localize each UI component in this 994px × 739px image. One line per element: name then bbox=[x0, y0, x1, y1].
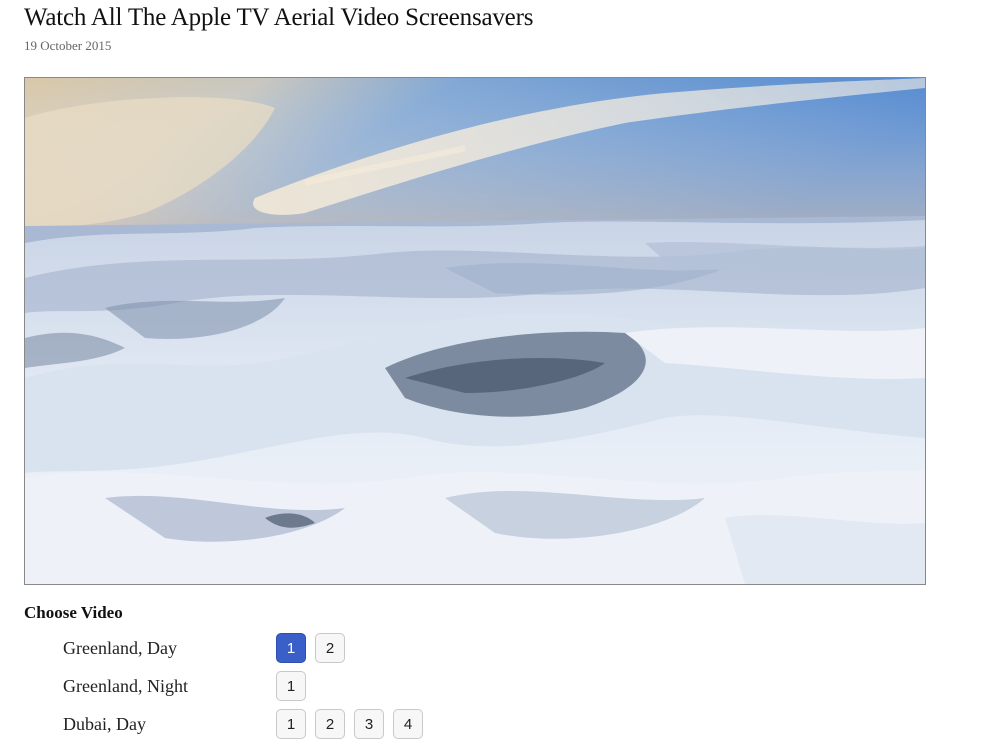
video-button-4[interactable]: 4 bbox=[393, 709, 423, 739]
video-row-greenland-night: Greenland, Night 1 bbox=[63, 671, 463, 701]
video-button-1[interactable]: 1 bbox=[276, 633, 306, 663]
video-row-label: Dubai, Day bbox=[63, 714, 146, 734]
video-button-group: 1 2 bbox=[276, 633, 345, 663]
page: Watch All The Apple TV Aerial Video Scre… bbox=[0, 0, 994, 739]
video-row-greenland-day: Greenland, Day 1 2 bbox=[63, 633, 463, 663]
video-row-dubai-day: Dubai, Day 1 2 3 4 bbox=[63, 709, 463, 739]
page-title: Watch All The Apple TV Aerial Video Scre… bbox=[24, 4, 534, 31]
video-row-label: Greenland, Night bbox=[63, 676, 188, 696]
video-frame-image bbox=[25, 78, 925, 584]
video-row-label: Greenland, Day bbox=[63, 638, 177, 658]
video-button-2[interactable]: 2 bbox=[315, 633, 345, 663]
video-button-group: 1 2 3 4 bbox=[276, 709, 423, 739]
video-button-1[interactable]: 1 bbox=[276, 709, 306, 739]
video-button-1[interactable]: 1 bbox=[276, 671, 306, 701]
video-button-2[interactable]: 2 bbox=[315, 709, 345, 739]
video-button-3[interactable]: 3 bbox=[354, 709, 384, 739]
video-button-group: 1 bbox=[276, 671, 306, 701]
post-date: 19 October 2015 bbox=[24, 38, 112, 53]
choose-video-heading: Choose Video bbox=[24, 603, 123, 622]
video-player[interactable] bbox=[24, 77, 926, 585]
